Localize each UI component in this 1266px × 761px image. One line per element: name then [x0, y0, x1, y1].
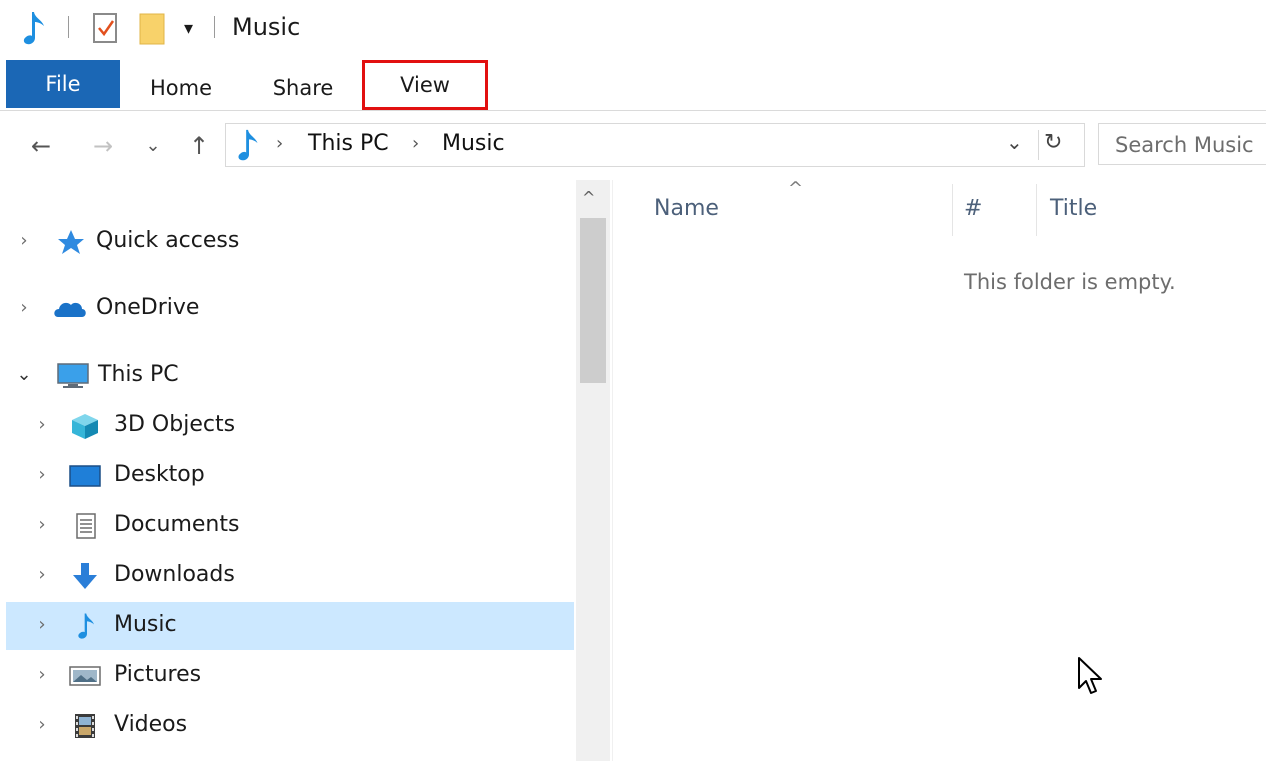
chevron-right-icon[interactable]: ›	[32, 714, 52, 735]
tree-item-label: Quick access	[96, 228, 240, 253]
cube-icon	[72, 414, 98, 439]
title-bar: ▾ Music	[0, 0, 1266, 58]
film-icon	[75, 714, 95, 738]
star-icon	[58, 230, 84, 254]
scroll-up-button[interactable]: ^	[582, 188, 595, 207]
tree-item-label: Music	[114, 612, 177, 637]
tree-item-label: This PC	[98, 362, 179, 387]
chevron-right-icon[interactable]: ›	[32, 564, 52, 585]
tree-item-label: Desktop	[114, 462, 205, 487]
back-button[interactable]: ←	[24, 128, 58, 164]
sort-ascending-icon: ^	[788, 178, 804, 199]
address-bar[interactable]: › This PC › Music ⌄ ↻	[225, 123, 1085, 167]
breadcrumb-this-pc[interactable]: This PC	[308, 131, 389, 156]
chevron-right-icon[interactable]: ›	[32, 514, 52, 535]
content-pane	[614, 180, 1266, 761]
picture-icon	[69, 666, 101, 686]
music-note-icon	[78, 613, 94, 639]
column-header-number[interactable]: #	[964, 196, 982, 221]
new-folder-icon[interactable]	[138, 10, 168, 46]
chevron-down-icon[interactable]: ⌄	[14, 364, 34, 385]
tab-share[interactable]: Share	[258, 66, 348, 110]
recent-locations-button[interactable]: ⌄	[142, 128, 164, 164]
tree-item-label: Documents	[114, 512, 240, 537]
scrollbar-thumb[interactable]	[580, 218, 606, 383]
search-input[interactable]: Search Music	[1098, 123, 1266, 165]
breadcrumb-separator: ›	[412, 133, 420, 154]
download-arrow-icon	[73, 563, 97, 589]
desktop-icon	[69, 465, 101, 487]
up-button[interactable]: ↑	[182, 128, 216, 164]
refresh-button[interactable]: ↻	[1044, 130, 1062, 155]
column-separator[interactable]	[952, 184, 953, 236]
separator	[1038, 130, 1039, 160]
chevron-right-icon[interactable]: ›	[32, 464, 52, 485]
document-icon	[76, 513, 96, 539]
window-title: Music	[232, 13, 301, 41]
tree-item-videos[interactable]: › Videos	[6, 702, 574, 750]
column-header-name[interactable]: Name	[654, 196, 719, 221]
navigation-pane: › Quick access › OneDrive ⌄ This PC › 3D…	[0, 180, 612, 761]
tree-item-pictures[interactable]: › Pictures	[6, 652, 574, 700]
chevron-right-icon[interactable]: ›	[14, 230, 34, 251]
tree-item-downloads[interactable]: › Downloads	[6, 552, 574, 600]
tree-item-label: Downloads	[114, 562, 235, 587]
address-dropdown-button[interactable]: ⌄	[1006, 130, 1023, 154]
forward-button[interactable]: →	[86, 128, 120, 164]
column-header-title[interactable]: Title	[1050, 196, 1097, 221]
tree-item-documents[interactable]: › Documents	[6, 502, 574, 550]
tab-file[interactable]: File	[6, 60, 120, 108]
separator	[214, 16, 215, 38]
tab-view[interactable]: View	[362, 60, 488, 110]
ribbon-tabs: File Home Share View	[0, 58, 1266, 111]
computer-icon	[57, 363, 89, 388]
music-note-icon	[23, 12, 44, 45]
breadcrumb-separator: ›	[276, 133, 284, 154]
tree-item-this-pc[interactable]: ⌄ This PC	[6, 352, 574, 400]
music-note-icon	[238, 129, 258, 161]
column-separator[interactable]	[1036, 184, 1037, 236]
tree-item-desktop[interactable]: › Desktop	[6, 452, 574, 500]
mouse-cursor-icon	[1078, 657, 1102, 694]
cloud-icon	[54, 302, 86, 317]
chevron-right-icon[interactable]: ›	[32, 614, 52, 635]
tree-item-quick-access[interactable]: › Quick access	[6, 218, 574, 266]
chevron-right-icon[interactable]: ›	[32, 414, 52, 435]
chevron-right-icon[interactable]: ›	[14, 297, 34, 318]
tree-item-music[interactable]: › Music	[6, 602, 574, 650]
breadcrumb-music[interactable]: Music	[442, 131, 505, 156]
customize-toolbar-dropdown[interactable]: ▾	[184, 18, 193, 39]
pane-divider[interactable]	[612, 180, 613, 761]
chevron-right-icon[interactable]: ›	[32, 664, 52, 685]
tree-item-label: 3D Objects	[114, 412, 236, 437]
navigation-bar: ← → ⌄ ↑ › This PC › Music ⌄ ↻ Search Mus…	[0, 120, 1266, 172]
tree-item-label: OneDrive	[96, 295, 200, 320]
tree-item-3d-objects[interactable]: › 3D Objects	[6, 402, 574, 450]
tree-item-onedrive[interactable]: › OneDrive	[6, 285, 574, 333]
tab-home[interactable]: Home	[134, 66, 228, 110]
separator	[68, 16, 69, 38]
tree-item-label: Videos	[114, 712, 188, 737]
tree-item-label: Pictures	[114, 662, 202, 687]
properties-icon[interactable]	[92, 12, 120, 44]
empty-folder-message: This folder is empty.	[964, 270, 1176, 294]
